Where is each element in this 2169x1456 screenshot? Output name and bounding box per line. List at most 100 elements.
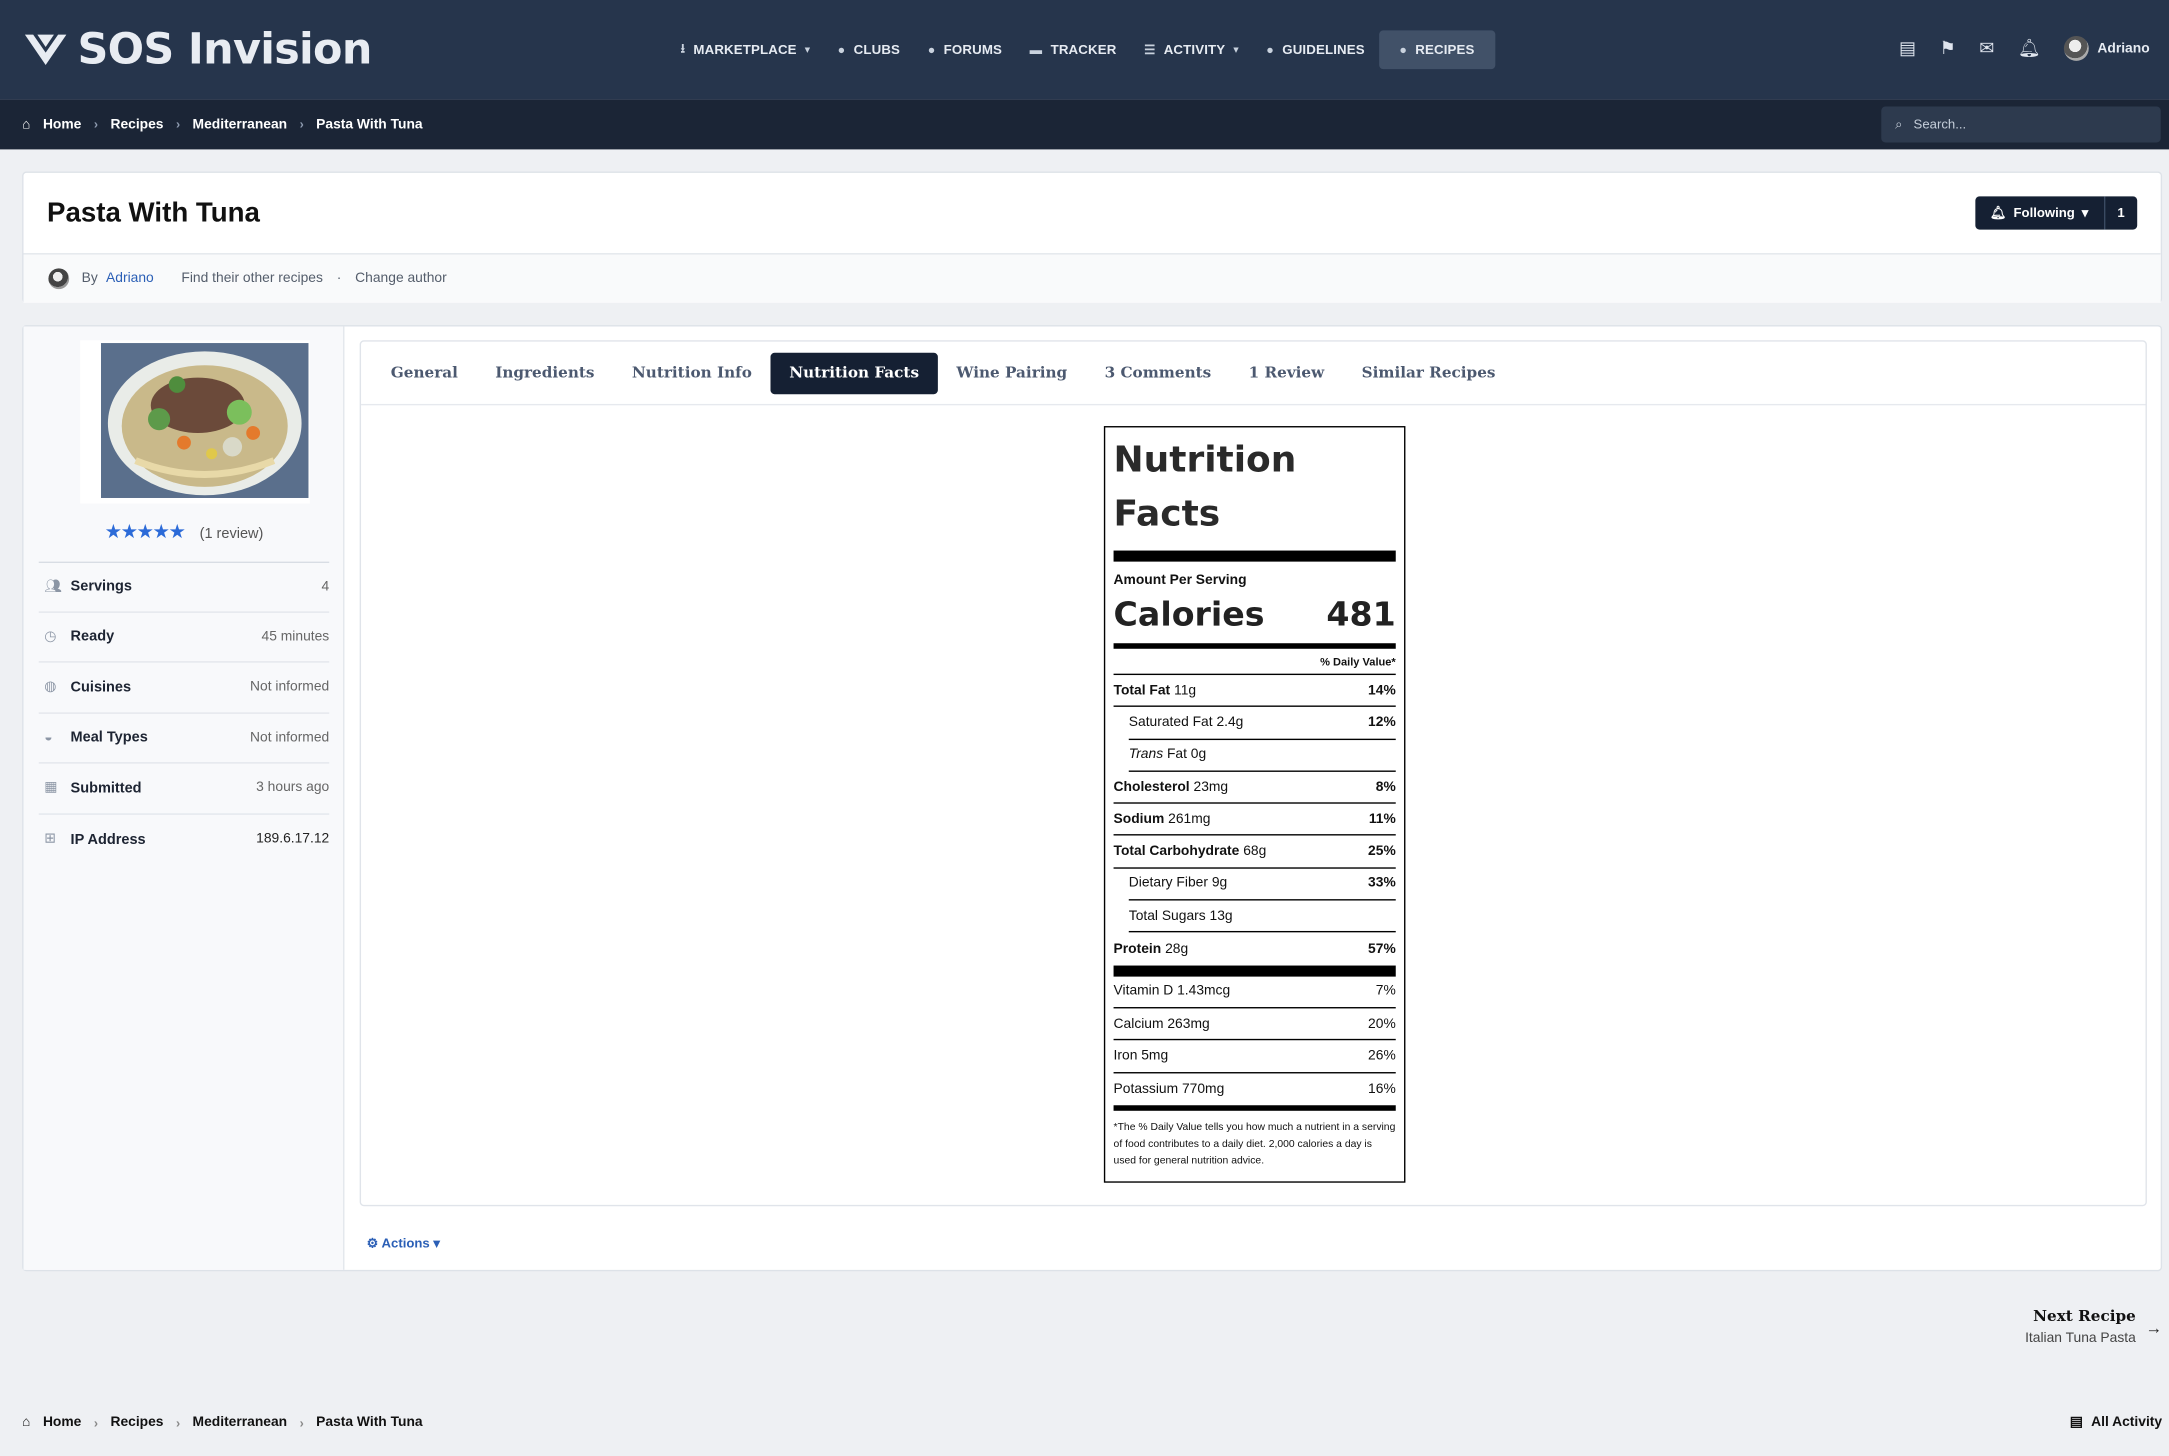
tab-general[interactable]: General (372, 352, 476, 393)
vitamin-row: Calcium 263mg 20% (1113, 1008, 1396, 1041)
page-title: Pasta With Tuna (47, 197, 260, 229)
caret-down-icon: ▾ (2081, 205, 2089, 221)
breadcrumb: ⌂ Home › Recipes › Mediterranean › Pasta… (22, 117, 422, 132)
document-icon[interactable]: ▤ (1899, 37, 1916, 59)
chevron-right-icon: › (299, 117, 304, 132)
nutrient-daily-value: 12% (1368, 715, 1396, 731)
nutrition-title-line1: Nutrition (1113, 439, 1297, 482)
nutrition-facts-label: Nutrition Facts Amount Per Serving Calor… (1103, 426, 1406, 1183)
tab-nutrition-info[interactable]: Nutrition Info (613, 352, 770, 393)
chevron-right-icon: › (93, 117, 98, 132)
calories-row: Calories 481 (1113, 594, 1396, 634)
nutrient-daily-value: 25% (1368, 843, 1396, 860)
nav-marketplace[interactable]: ⭳ MARKETPLACE ▾ (667, 30, 824, 69)
nutrient-name: Trans Fat 0g (1129, 747, 1206, 762)
nutrient-name: Sodium 261mg (1114, 812, 1211, 827)
following-toggle[interactable]: 🔔︎ Following ▾ (1975, 196, 2104, 229)
fact-cuisines: ◍ Cuisines Not informed (38, 663, 330, 714)
nav-recipes[interactable]: ● RECIPES (1378, 30, 1496, 70)
nav-clubs[interactable]: ● CLUBS (824, 30, 914, 69)
top-navigation-bar: SOS Invision ⭳ MARKETPLACE ▾ ● CLUBS ● FORUM… (0, 0, 2169, 100)
nutrient-label: Total Sugars (1128, 908, 1206, 924)
breadcrumb-recipes[interactable]: Recipes (110, 117, 163, 132)
vitamin-row: Potassium 770mg 16% (1114, 1073, 1396, 1105)
breadcrumb-current: Pasta With Tuna (316, 116, 423, 133)
bowl-icon: ◒ (44, 730, 53, 746)
nutrient-name: Total Carbohydrate 68g (1114, 844, 1267, 859)
fact-ip-address: ⊞ IP Address 189.6.17.12 (39, 814, 329, 864)
envelope-icon[interactable]: ✉ (1979, 37, 1994, 59)
nutrient-name: Total Sugars 13g (1129, 908, 1233, 923)
nutrient-name: Saturated Fat 2.4g (1129, 715, 1244, 730)
nutrient-amount: 13g (1209, 908, 1233, 924)
star-rating-icon: ★★★★★ (104, 520, 186, 543)
search-input[interactable] (1913, 116, 2122, 133)
vitamin-row: Vitamin D 1.43mcg 7% (1113, 976, 1396, 1009)
vitamin-rows: Vitamin D 1.43mcg 7% Calcium 263mg 20% Iron … (1113, 976, 1396, 1105)
next-recipe-link[interactable]: Next Recipe Italian Tuna Pasta (2025, 1307, 2136, 1346)
nav-forums[interactable]: ● FORUMS (914, 30, 1016, 69)
tab-nutrition-facts[interactable]: Nutrition Facts (770, 352, 938, 394)
caret-down-icon: ▾ (433, 1236, 441, 1252)
nutrient-name: Cholesterol 23mg (1114, 780, 1229, 795)
tab-wine-pairing[interactable]: Wine Pairing (938, 352, 1086, 393)
tab-ingredients[interactable]: Ingredients (477, 352, 614, 393)
nav-activity[interactable]: ☰ ACTIVITY ▾ (1130, 30, 1252, 69)
bell-icon[interactable]: 🔔︎ (2018, 37, 2041, 59)
nutrient-row: Dietary Fiber 9g 33% (1128, 868, 1396, 901)
all-activity-link[interactable]: ▤ All Activity (2070, 1415, 2162, 1430)
folder-icon: ▬ (1029, 42, 1043, 57)
check-circle-icon: ● (1266, 42, 1274, 57)
nutrient-name: Total Fat 11g (1114, 683, 1197, 698)
nutrient-amount: 23mg (1193, 779, 1229, 795)
tab-review[interactable]: 1 Review (1230, 352, 1343, 393)
search-box[interactable]: ⌕ (1881, 106, 2161, 143)
breadcrumb-category[interactable]: Mediterranean (193, 1415, 288, 1430)
nutrient-label: Cholesterol (1113, 779, 1190, 795)
follow-button[interactable]: 🔔︎ Following ▾ 1 (1974, 196, 2138, 230)
home-icon: ⌂ (22, 116, 31, 133)
vitamin-label: Calcium 263mg (1113, 1016, 1210, 1032)
vitamin-label: Iron 5mg (1113, 1048, 1169, 1064)
breadcrumb-home[interactable]: Home (43, 1415, 81, 1430)
separator-dot: · (336, 271, 342, 287)
vitamin-daily-value: 20% (1368, 1016, 1396, 1032)
rating: ★★★★★ (1 review) (24, 520, 345, 544)
actions-menu[interactable]: ⚙ Actions ▾ (367, 1237, 440, 1252)
chevron-right-icon: › (175, 1415, 181, 1430)
breadcrumb-bar: ⌂ Home › Recipes › Mediterranean › Pasta… (0, 99, 2169, 150)
breadcrumb-category[interactable]: Mediterranean (193, 117, 288, 132)
change-author-link[interactable]: Change author (355, 271, 447, 286)
nutrient-row: Cholesterol 23mg 8% (1113, 772, 1396, 804)
vitamin-row: Iron 5mg 26% (1113, 1041, 1396, 1073)
daily-value-header: % Daily Value* (1113, 649, 1396, 676)
user-menu[interactable]: Adriano (2064, 35, 2150, 61)
flag-icon[interactable]: ⚑ (1940, 37, 1956, 59)
caret-down-icon: ▾ (1233, 45, 1239, 56)
nav-guidelines[interactable]: ● GUIDELINES (1252, 30, 1378, 69)
find-other-recipes-link[interactable]: Find their other recipes (181, 271, 322, 286)
arrow-right-icon[interactable]: → (2145, 1318, 2162, 1337)
nutrient-amount: 28g (1165, 941, 1189, 957)
nutrient-label: Saturated Fat (1128, 715, 1213, 731)
follower-count[interactable]: 1 (2103, 196, 2138, 230)
tab-similar-recipes[interactable]: Similar Recipes (1343, 352, 1514, 393)
recipe-photo[interactable] (80, 340, 310, 504)
nutrient-row: Total Sugars 13g (1128, 901, 1396, 933)
info-circle-icon: ● (837, 42, 846, 57)
thick-divider (1113, 550, 1396, 562)
recipe-content: General Ingredients Nutrition Info Nutri… (359, 340, 2147, 1207)
site-logo[interactable]: SOS Invision (24, 24, 372, 75)
nav-tracker[interactable]: ▬ TRACKER (1016, 30, 1130, 69)
site-name: SOS Invision (77, 24, 372, 75)
review-count[interactable]: (1 review) (200, 526, 264, 543)
bell-icon: 🔔︎ (1989, 205, 2007, 221)
recipe-image (100, 343, 309, 498)
breadcrumb-home[interactable]: Home (43, 117, 81, 132)
author-link[interactable]: Adriano (106, 271, 154, 286)
tab-comments[interactable]: 3 Comments (1086, 352, 1230, 393)
nutrient-row: Total Fat 11g 14% (1113, 675, 1396, 708)
nutrient-daily-value: 14% (1368, 682, 1396, 699)
author-avatar[interactable] (48, 268, 70, 290)
breadcrumb-recipes[interactable]: Recipes (110, 1415, 163, 1430)
